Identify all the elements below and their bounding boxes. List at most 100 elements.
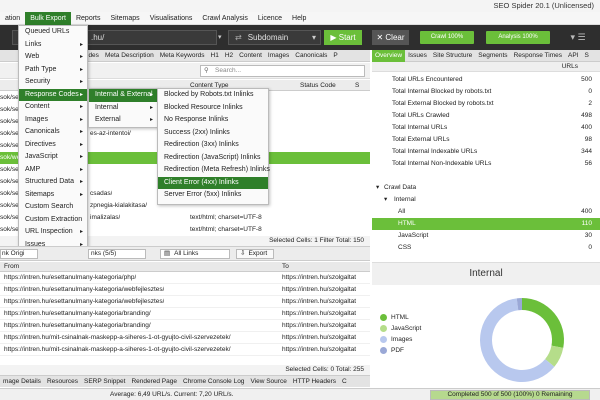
list-item[interactable]: https://intren.hu/esettanulmany-kategori…	[0, 296, 370, 308]
links-count-select[interactable]: nks (5/5)	[88, 249, 146, 259]
menu-images[interactable]: Images ▸	[19, 114, 87, 127]
internal-item-row[interactable]: All 400	[372, 206, 600, 218]
tab-response-times[interactable]: Response Times	[511, 50, 565, 62]
col-status-code[interactable]: Status Code	[300, 82, 336, 89]
list-item[interactable]: https://intren.hu/esettanulmany-kategori…	[0, 284, 370, 296]
summary-row[interactable]: Total Internal Blocked by robots.txt 0	[372, 86, 600, 98]
menu-structured-data[interactable]: Structured Data ▸	[19, 176, 87, 189]
export-button[interactable]: ⇩ Export	[236, 249, 274, 259]
menu-blocked-robots[interactable]: Blocked by Robots.txt Inlinks	[158, 89, 268, 102]
summary-row[interactable]: Total External URLs 98	[372, 134, 600, 146]
col-urls[interactable]: URLs	[562, 63, 578, 70]
summary-row[interactable]: Total Internal Non-Indexable URLs 56	[372, 158, 600, 170]
tab-spelling[interactable]: S	[581, 50, 591, 62]
menu-item-crawl-analysis[interactable]: Crawl Analysis	[197, 12, 253, 25]
more-options-icon[interactable]: ▾ ☰	[560, 29, 596, 46]
menu-item-configuration[interactable]: ation	[0, 12, 25, 25]
summary-row[interactable]: Total URLs Crawled 498	[372, 110, 600, 122]
url-dropdown-icon[interactable]: ▾	[218, 30, 226, 45]
all-links-select[interactable]: ▤ All Links	[160, 249, 230, 259]
tab-chrome-console-log[interactable]: Chrome Console Log	[180, 376, 247, 388]
menu-response-codes[interactable]: Response Codes ▸	[19, 88, 87, 101]
list-item[interactable]: https://intren.hu/mit-csinalnak-maskepp-…	[0, 332, 370, 344]
summary-row[interactable]: Total URLs Encountered 500	[372, 74, 600, 86]
menu-content[interactable]: Content ▸	[19, 101, 87, 114]
tab-cookies[interactable]: C	[339, 376, 350, 388]
tab-h1[interactable]: H1	[208, 50, 222, 62]
menu-custom-search[interactable]: Custom Search	[19, 201, 87, 214]
tab-resources[interactable]: Resources	[44, 376, 81, 388]
list-item[interactable]: https://intren.hu/esettanulmany-kategori…	[0, 320, 370, 332]
menu-directives[interactable]: Directives ▸	[19, 139, 87, 152]
list-item[interactable]: https://intren.hu/esettanulmany-kategori…	[0, 272, 370, 284]
menu-custom-extraction[interactable]: Custom Extraction	[19, 214, 87, 227]
menu-url-inspection[interactable]: URL Inspection ▸	[19, 226, 87, 239]
clear-button[interactable]: ✕ Clear	[372, 30, 409, 45]
chevron-right-icon: ▸	[79, 66, 83, 73]
menu-item-bulk-export[interactable]: Bulk Export	[25, 11, 71, 25]
menu-links[interactable]: Links ▸	[19, 39, 87, 52]
internal-item-row[interactable]: JavaScript 30	[372, 230, 600, 242]
tab-rendered-page[interactable]: Rendered Page	[128, 376, 180, 388]
col-from[interactable]: From	[4, 263, 19, 270]
summary-row[interactable]: Total Internal URLs 400	[372, 122, 600, 134]
menu-security[interactable]: Security ▸	[19, 76, 87, 89]
menu-queued-urls[interactable]: Queued URLs	[19, 26, 87, 39]
tab-content[interactable]: Content	[236, 50, 265, 62]
internal-row[interactable]: ▾ Internal	[372, 194, 600, 206]
menu-item-reports[interactable]: Reports	[71, 12, 106, 25]
internal-item-row[interactable]: CSS 0	[372, 242, 600, 254]
tab-h2[interactable]: H2	[222, 50, 236, 62]
tab-meta-keywords[interactable]: Meta Keywords	[157, 50, 208, 62]
tab-view-source[interactable]: View Source	[247, 376, 289, 388]
tab-api[interactable]: API	[565, 50, 581, 62]
tab-images[interactable]: Images	[265, 50, 292, 62]
start-button[interactable]: ▶ Start	[324, 30, 362, 45]
menu-redirection-3xx[interactable]: Redirection (3xx) Inlinks	[158, 139, 268, 152]
tab-http-headers[interactable]: HTTP Headers	[290, 376, 339, 388]
tab-site-structure[interactable]: Site Structure	[430, 50, 475, 62]
chart-title: Internal	[372, 263, 600, 285]
menu-client-error-4xx[interactable]: Client Error (4xx) Inlinks	[158, 176, 268, 189]
tab-image-details[interactable]: mage Details	[0, 376, 44, 388]
menu-item-sitemaps[interactable]: Sitemaps	[106, 12, 145, 25]
tab-issues[interactable]: Issues	[405, 50, 430, 62]
summary-row[interactable]: Total External Blocked by robots.txt 2	[372, 98, 600, 110]
search-input[interactable]: ⚲ Search...	[200, 65, 365, 77]
summary-value: 56	[584, 160, 592, 167]
tab-meta-description[interactable]: Meta Description	[102, 50, 157, 62]
tab-overview[interactable]: Overview	[372, 49, 406, 62]
menu-item-help[interactable]: Help	[287, 12, 311, 25]
tab-canonicals[interactable]: Canonicals	[292, 50, 330, 62]
menu-external[interactable]: External ▸	[89, 114, 157, 127]
menu-blocked-resource[interactable]: Blocked Resource Inlinks	[158, 102, 268, 115]
menu-redirection-js[interactable]: Redirection (JavaScript) Inlinks	[158, 152, 268, 165]
menu-no-response[interactable]: No Response Inlinks	[158, 114, 268, 127]
menu-web[interactable]: Web ▸	[19, 51, 87, 64]
col-status[interactable]: S	[355, 82, 359, 89]
summary-row[interactable]: Total Internal Indexable URLs 344	[372, 146, 600, 158]
menu-success-2xx[interactable]: Success (2xx) Inlinks	[158, 127, 268, 140]
tab-more[interactable]: P	[330, 50, 340, 62]
internal-item-row-selected[interactable]: HTML 110	[372, 218, 600, 230]
menu-item-licence[interactable]: Licence	[253, 12, 287, 25]
col-to[interactable]: To	[282, 263, 289, 270]
menu-canonicals[interactable]: Canonicals ▸	[19, 126, 87, 139]
menu-path-type[interactable]: Path Type ▸	[19, 64, 87, 77]
menu-internal[interactable]: Internal ▸	[89, 102, 157, 115]
menu-internal-external[interactable]: Internal & External ▸	[89, 89, 157, 102]
list-item[interactable]: https://intren.hu/esettanulmany-kategori…	[0, 308, 370, 320]
menu-javascript[interactable]: JavaScript ▸	[19, 151, 87, 164]
menu-sitemaps[interactable]: Sitemaps ▸	[19, 189, 87, 202]
menu-redirection-meta[interactable]: Redirection (Meta Refresh) Inlinks	[158, 164, 270, 177]
crawl-data-row[interactable]: ▾ Crawl Data	[372, 182, 600, 194]
tab-segments[interactable]: Segments	[475, 50, 510, 62]
clear-button-label: Clear	[385, 33, 405, 42]
mode-select[interactable]: ⇄ Subdomain ▾	[228, 30, 321, 45]
list-item[interactable]: https://intren.hu/mit-csinalnak-maskepp-…	[0, 344, 370, 356]
menu-server-error-5xx[interactable]: Server Error (5xx) Inlinks	[158, 189, 268, 202]
link-origin-select[interactable]: nk Origi	[0, 249, 38, 259]
menu-amp[interactable]: AMP ▸	[19, 164, 87, 177]
menu-item-visualisations[interactable]: Visualisations	[145, 12, 198, 25]
tab-serp-snippet[interactable]: SERP Snippet	[81, 376, 128, 388]
